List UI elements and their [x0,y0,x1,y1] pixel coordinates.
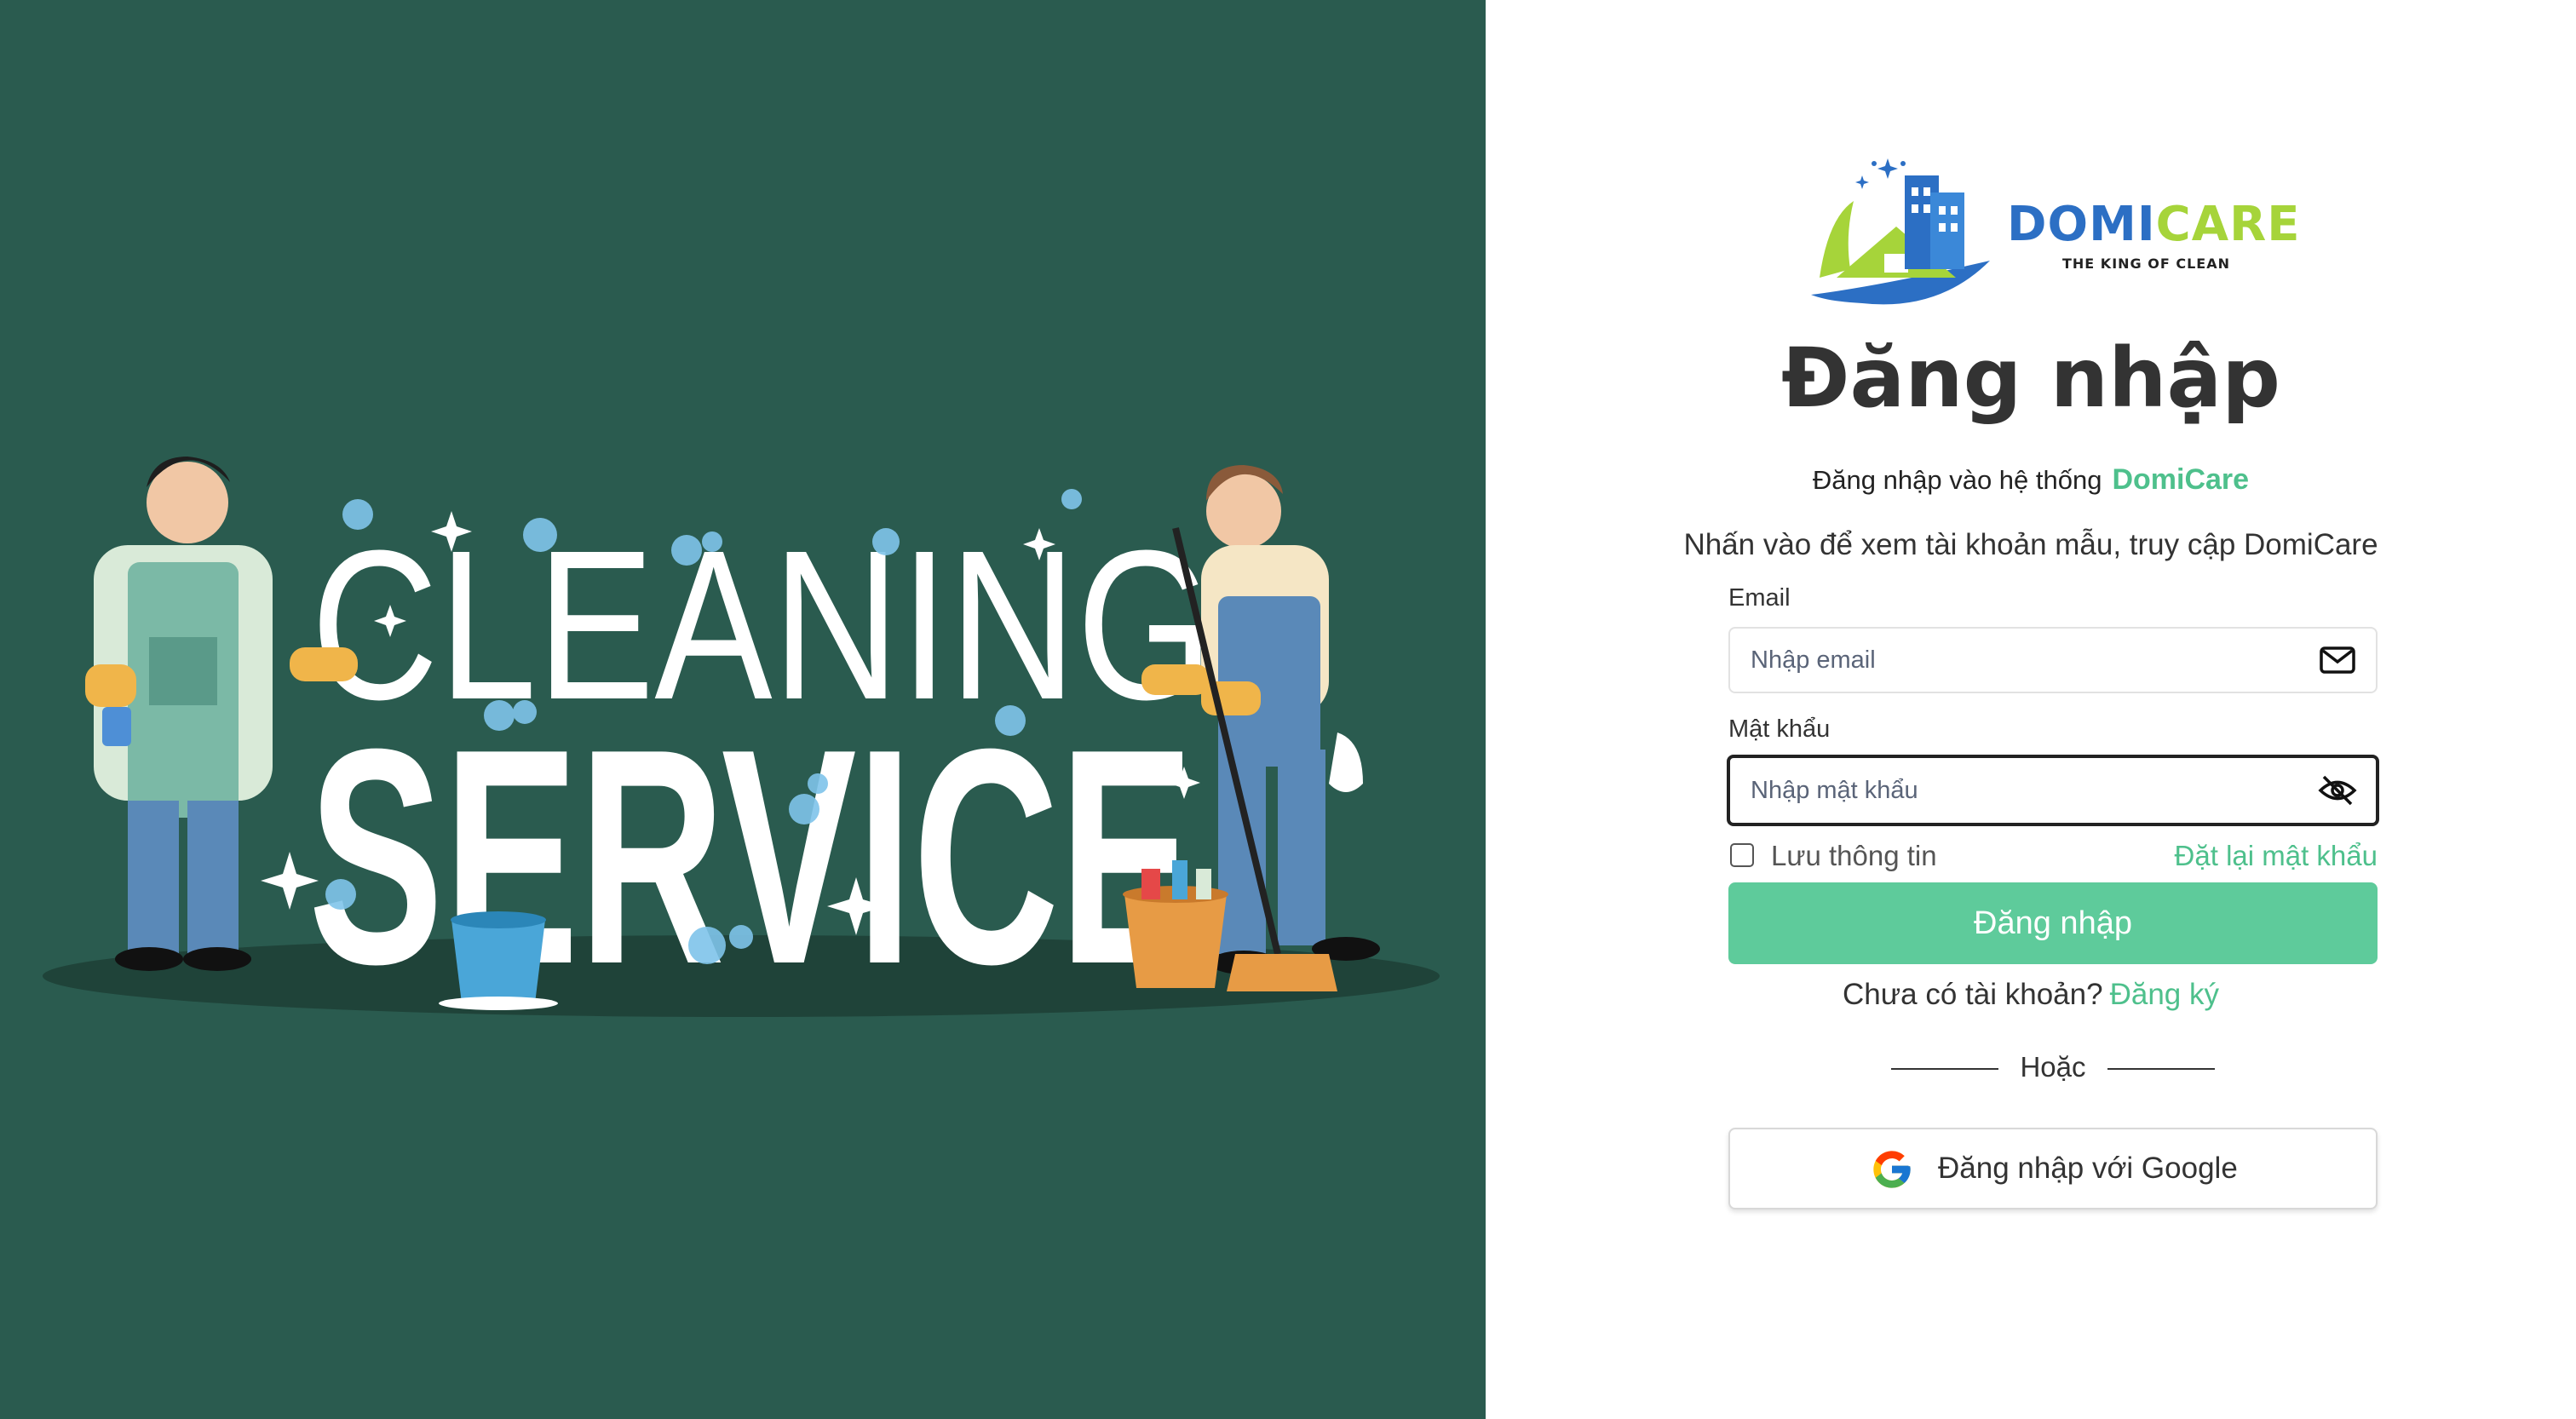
remember-checkbox[interactable] [1730,843,1754,867]
login-page: CLEANING SERVICE DOMICARE THE KING OF CL… [0,0,2576,1419]
remember-label[interactable]: Lưu thông tin [1771,840,1937,872]
email-label: Email [1728,584,1791,612]
google-icon [1873,1151,1911,1188]
logo-tagline: THE KING OF CLEAN [2062,256,2230,272]
divider-text: Hoặc [2020,1051,2086,1083]
password-field[interactable] [1751,758,2296,823]
mail-icon [2320,646,2355,674]
domicare-logo: DOMICARE THE KING OF CLEAN [1803,150,2314,307]
sample-account-hint[interactable]: Nhấn vào để xem tài khoản mẫu, truy cập … [1486,528,2576,562]
logo-wordmark: DOMICARE [2007,201,2300,249]
signup-prompt: Chưa có tài khoản? Đăng ký [1486,978,2576,1012]
eye-off-icon[interactable] [2318,771,2357,810]
logo-word-domi: DOMI [2007,197,2156,252]
email-field[interactable] [1751,629,2296,692]
remember-forgot-row: Lưu thông tin Đặt lại mật khẩu [1728,833,2378,881]
reset-password-link[interactable]: Đặt lại mật khẩu [2175,840,2378,872]
or-divider: Hoặc [1891,1051,2215,1085]
google-login-button[interactable]: Đăng nhập với Google [1728,1128,2378,1209]
email-field-container [1728,627,2378,693]
hero-headline-line2: SERVICE [308,686,1194,1028]
divider-line-right [2107,1068,2215,1070]
subtitle-text: Đăng nhập vào hệ thống [1812,465,2102,495]
password-label: Mật khẩu [1728,715,1831,743]
login-button[interactable]: Đăng nhập [1728,882,2378,964]
hero-illustration-panel: CLEANING SERVICE [0,0,1486,1419]
logo-house-emblem [1811,158,1990,305]
brand-name: DomiCare [2112,463,2250,496]
password-field-container [1727,755,2379,826]
google-login-label: Đăng nhập với Google [1938,1152,2238,1185]
no-account-text: Chưa có tài khoản? [1843,978,2103,1011]
login-subtitle: Đăng nhập vào hệ thống DomiCare [1486,463,2576,497]
page-title: Đăng nhập [1781,330,2280,426]
logo-word-care: CARE [2155,197,2301,252]
cleaning-service-illustration: CLEANING SERVICE [43,457,1440,1028]
signup-link[interactable]: Đăng ký [2110,978,2219,1011]
